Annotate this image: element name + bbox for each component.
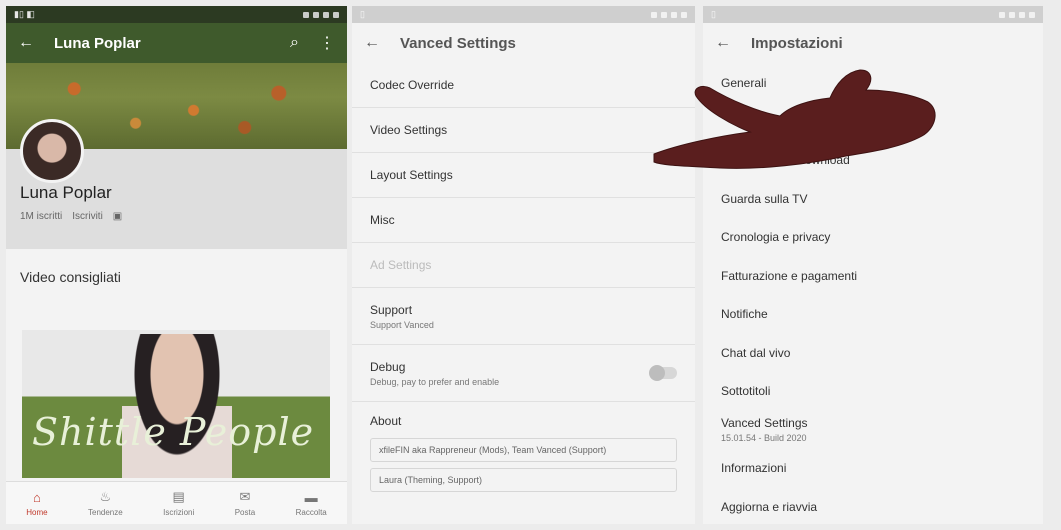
settings-item-hidden[interactable]	[703, 103, 1043, 142]
settings-item-tv[interactable]: Guarda sulla TV	[703, 180, 1043, 219]
item-label: Notifiche	[721, 307, 768, 322]
channel-panel: ▮▯ ◧ ← Luna Poplar ⌕ ⋮ Luna Poplar 1M is…	[6, 6, 347, 524]
settings-item-captions[interactable]: Sottotitoli	[703, 372, 1043, 411]
settings-item-vanced[interactable]: Vanced Settings 15.01.54 - Build 2020	[703, 411, 1043, 450]
item-label: Codec Override	[370, 78, 455, 92]
status-bar: ▯	[352, 6, 695, 23]
item-label: Debug	[370, 359, 406, 374]
status-icons	[999, 11, 1035, 18]
back-arrow-icon[interactable]: ←	[364, 34, 380, 52]
item-label: Fatturazione e pagamenti	[721, 268, 858, 283]
status-left: ▯	[711, 9, 716, 19]
back-arrow-icon[interactable]: ←	[715, 34, 731, 52]
settings-item-background[interactable]: Background e download	[703, 141, 1043, 180]
settings-item-layout-settings[interactable]: Layout Settings	[352, 153, 695, 198]
debug-toggle[interactable]	[649, 365, 677, 381]
home-icon: ⌂	[32, 489, 41, 505]
status-left: ▮▯ ◧	[14, 9, 35, 19]
channel-app-bar: ← Luna Poplar ⌕ ⋮	[6, 23, 347, 63]
status-icons	[651, 11, 687, 18]
item-label: Background e download	[721, 153, 850, 168]
thumbnail-caption: Shittle People	[32, 410, 315, 454]
channel-header: Luna Poplar 1M iscritti Iscriviti ▣	[6, 119, 347, 249]
debug-text: Debug Debug, pay to prefer and enable	[370, 360, 499, 387]
settings-item-debug[interactable]: Debug Debug, pay to prefer and enable	[352, 345, 695, 402]
nav-subscriptions[interactable]: ▤ Iscrizioni	[163, 489, 194, 517]
subscriptions-icon: ▤	[172, 489, 185, 504]
nav-label: Tendenze	[88, 508, 123, 517]
settings-item-live-chat[interactable]: Chat dal vivo	[703, 334, 1043, 373]
item-label: Informazioni	[721, 461, 787, 476]
impostazioni-app-bar: ← Impostazioni	[703, 23, 1043, 63]
vanced-settings-panel: ▯ ← Vanced Settings Codec Override Video…	[352, 6, 695, 524]
search-icon[interactable]: ⌕	[290, 34, 299, 52]
section-title: Video consigliati	[20, 269, 121, 285]
about-header: About	[370, 414, 402, 428]
impostazioni-list: Generali Background e download Guarda su…	[703, 64, 1043, 524]
settings-item-update[interactable]: Aggiorna e riavvia	[703, 488, 1043, 525]
channel-name: Luna Poplar	[20, 183, 112, 202]
nav-library[interactable]: ▬ Raccolta	[296, 490, 327, 517]
item-label: Guarda sulla TV	[721, 191, 808, 206]
credits-chip[interactable]: Laura (Theming, Support)	[370, 468, 677, 492]
nav-trending[interactable]: ♨ Tendenze	[88, 489, 123, 517]
nav-label: Raccolta	[295, 507, 327, 517]
nav-home[interactable]: ⌂ Home	[26, 490, 47, 517]
channel-title: Luna Poplar	[54, 34, 141, 52]
bell-icon[interactable]: ▣	[113, 211, 122, 222]
settings-item-about[interactable]: Informazioni	[703, 449, 1043, 488]
nav-label: Home	[26, 507, 48, 517]
credits-chip[interactable]: xfileFIN aka Rappreneur (Mods), Team Van…	[370, 438, 677, 462]
subscribe-link[interactable]: Iscriviti	[72, 211, 103, 222]
nav-label: Iscrizioni	[163, 508, 195, 517]
settings-item-generali[interactable]: Generali	[703, 64, 1043, 103]
settings-item-ad-settings: Ad Settings	[352, 243, 695, 288]
status-icons	[303, 11, 339, 18]
impostazioni-panel: ▯ ← Impostazioni Generali Background e d…	[703, 6, 1043, 524]
item-label: Vanced Settings	[721, 416, 808, 431]
settings-item-codec-override[interactable]: Codec Override	[352, 63, 695, 108]
item-label: Aggiorna e riavvia	[721, 499, 818, 514]
more-vert-icon[interactable]: ⋮	[319, 33, 335, 53]
library-icon: ▬	[304, 489, 318, 505]
item-sublabel: Support Vanced	[370, 319, 434, 330]
vanced-app-bar: ← Vanced Settings	[352, 23, 695, 63]
item-label: Misc	[370, 213, 395, 227]
nav-inbox[interactable]: ✉ Posta	[235, 489, 255, 517]
settings-item-billing[interactable]: Fatturazione e pagamenti	[703, 257, 1043, 296]
item-label: Ad Settings	[370, 258, 432, 272]
inbox-icon: ✉	[239, 489, 251, 504]
thumbnail-person	[122, 334, 232, 478]
subscriber-count: 1M iscritti	[20, 211, 63, 222]
item-label: Layout Settings	[370, 168, 453, 182]
item-label: Chat dal vivo	[721, 345, 791, 360]
avatar[interactable]	[20, 119, 84, 183]
item-label: Support	[370, 302, 413, 317]
impostazioni-title: Impostazioni	[751, 34, 843, 52]
trending-icon: ♨	[99, 489, 112, 504]
status-bar: ▮▯ ◧	[6, 6, 347, 23]
settings-item-notifications[interactable]: Notifiche	[703, 295, 1043, 334]
channel-meta: 1M iscritti Iscriviti ▣	[20, 211, 122, 222]
vanced-title: Vanced Settings	[400, 34, 516, 52]
settings-item-privacy[interactable]: Cronologia e privacy	[703, 218, 1043, 257]
status-bar: ▯	[703, 6, 1043, 23]
bottom-nav: ⌂ Home ♨ Tendenze ▤ Iscrizioni ✉ Posta ▬…	[6, 481, 347, 524]
item-label: Video Settings	[370, 123, 448, 137]
item-label: Sottotitoli	[721, 384, 771, 399]
vanced-settings-list: Codec Override Video Settings Layout Set…	[352, 63, 695, 492]
status-left: ▯	[360, 9, 365, 19]
nav-label: Posta	[234, 508, 256, 517]
settings-item-support[interactable]: Support Support Vanced	[352, 288, 695, 345]
settings-item-misc[interactable]: Misc	[352, 198, 695, 243]
item-sublabel: Debug, pay to prefer and enable	[370, 376, 500, 387]
item-sublabel: 15.01.54 - Build 2020	[721, 433, 807, 444]
item-label: Generali	[721, 76, 767, 91]
settings-item-video-settings[interactable]: Video Settings	[352, 108, 695, 153]
video-thumbnail[interactable]: Shittle People	[22, 330, 330, 478]
back-arrow-icon[interactable]: ←	[18, 34, 34, 52]
item-label: Cronologia e privacy	[721, 230, 831, 245]
